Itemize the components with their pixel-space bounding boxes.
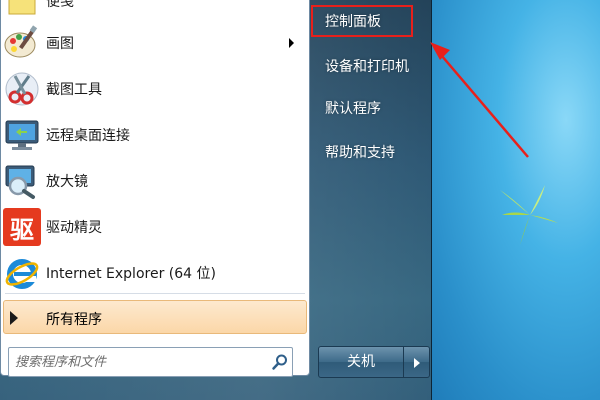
program-label: 放大镜 <box>46 174 88 190</box>
all-programs-label: 所有程序 <box>46 312 102 328</box>
snipping-tool-icon <box>5 72 39 106</box>
program-label: 驱动精灵 <box>46 220 102 236</box>
program-item-paint[interactable]: 画图 <box>1 21 309 65</box>
program-item-remote-desktop[interactable]: 远程桌面连接 <box>1 113 309 157</box>
remote-desktop-icon <box>5 120 39 150</box>
submenu-arrow-icon <box>289 38 294 48</box>
search-icon[interactable] <box>271 353 289 371</box>
program-label: 截图工具 <box>46 82 102 98</box>
driver-genius-icon: 驱 <box>3 208 41 246</box>
program-item-magnifier[interactable]: 放大镜 <box>1 159 309 203</box>
right-item-help-support[interactable]: 帮助和支持 <box>325 142 395 162</box>
program-label: 便笺 <box>46 0 74 10</box>
shutdown-button[interactable]: 关机 <box>318 346 404 378</box>
separator <box>5 293 305 294</box>
right-item-devices-printers[interactable]: 设备和打印机 <box>325 56 409 76</box>
program-item-internet-explorer[interactable]: Internet Explorer (64 位) <box>1 251 309 295</box>
annotation-arrow <box>430 42 529 158</box>
magnifier-icon <box>5 165 35 199</box>
program-label: 远程桌面连接 <box>46 128 130 144</box>
internet-explorer-icon <box>5 259 39 289</box>
paint-icon <box>4 25 38 58</box>
notes-icon <box>8 0 36 15</box>
wallpaper-leaf-icon <box>500 185 558 245</box>
right-item-default-programs[interactable]: 默认程序 <box>325 98 381 118</box>
search-box[interactable] <box>8 347 293 377</box>
program-item-snipping-tool[interactable]: 截图工具 <box>1 67 309 111</box>
expand-arrow-icon <box>10 311 18 325</box>
search-input[interactable] <box>15 352 255 372</box>
driver-genius-icon-glyph: 驱 <box>10 214 34 244</box>
start-menu: 便笺 画图 截图工具 远程桌面连接 放大镜 驱 驱动精灵 Internet Ex… <box>0 0 432 400</box>
chevron-right-icon <box>414 358 420 368</box>
programs-pane: 便笺 画图 截图工具 远程桌面连接 放大镜 驱 驱动精灵 Internet Ex… <box>0 0 310 376</box>
program-label: Internet Explorer (64 位) <box>46 266 216 282</box>
program-item-driver-genius[interactable]: 驱 驱动精灵 <box>1 205 309 249</box>
program-label: 画图 <box>46 36 74 52</box>
program-item-notes[interactable]: 便笺 <box>1 0 309 23</box>
all-programs-button[interactable]: 所有程序 <box>3 300 307 334</box>
highlight-box <box>311 5 413 37</box>
shutdown-options-button[interactable] <box>404 346 430 378</box>
